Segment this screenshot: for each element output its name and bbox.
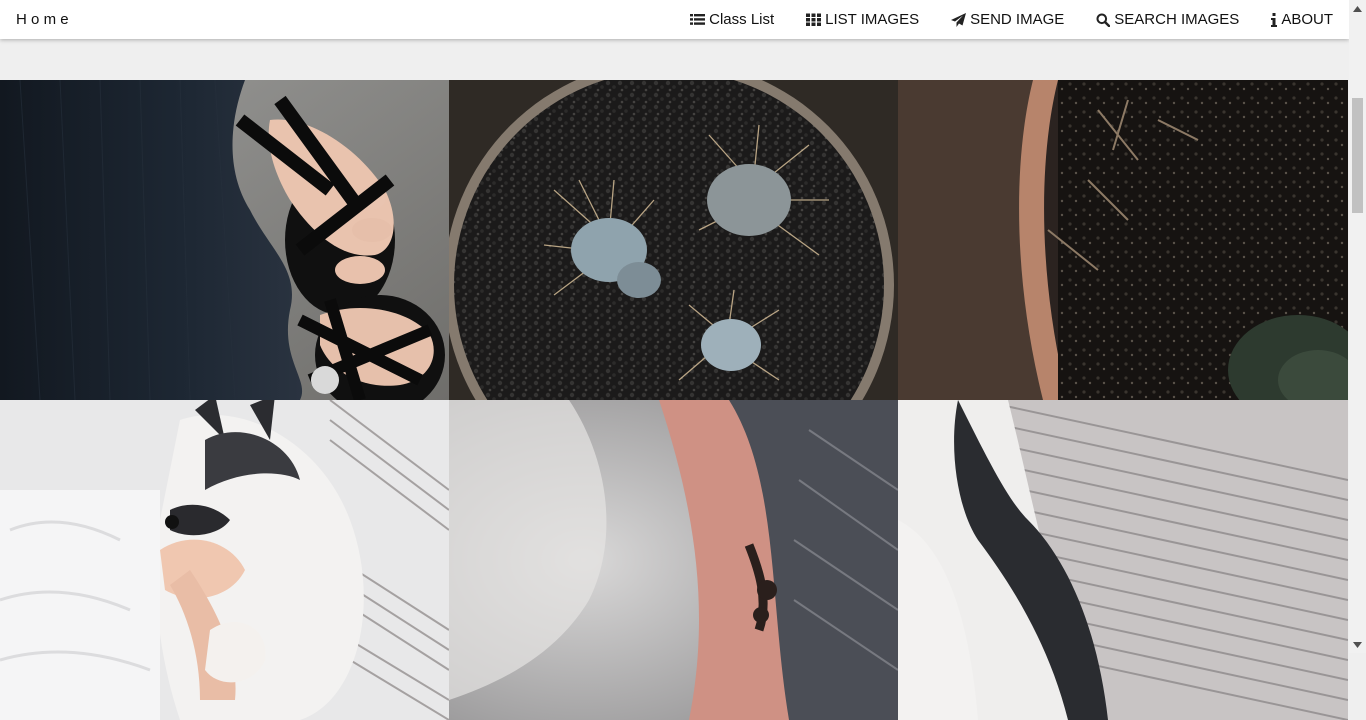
scrollbar-thumb[interactable] xyxy=(1352,98,1363,213)
image-gallery xyxy=(0,80,1348,720)
gallery-image-feet-in-sandals[interactable] xyxy=(0,80,449,400)
top-navbar: Home Class List LIST IMAGES SEND IMAGE S… xyxy=(0,0,1349,39)
nav-search-images[interactable]: SEARCH IMAGES xyxy=(1096,11,1239,28)
nav-menu: Class List LIST IMAGES SEND IMAGE SEARCH… xyxy=(658,0,1333,39)
nav-send-image[interactable]: SEND IMAGE xyxy=(951,11,1064,28)
search-icon xyxy=(1096,13,1111,27)
grid-icon xyxy=(806,13,822,26)
home-link[interactable]: Home xyxy=(16,11,73,28)
scroll-up-arrow-icon[interactable] xyxy=(1349,0,1366,17)
gallery-image-potted-soil[interactable] xyxy=(898,80,1348,400)
gallery-image-puppy-and-hand[interactable] xyxy=(449,400,898,720)
page-scrollbar[interactable] xyxy=(1349,0,1366,653)
nav-about[interactable]: ABOUT xyxy=(1271,11,1333,28)
nav-label: Class List xyxy=(709,11,775,28)
paper-plane-icon xyxy=(951,12,967,27)
gallery-image-fur-on-bedding[interactable] xyxy=(898,400,1348,720)
nav-list-images[interactable]: LIST IMAGES xyxy=(806,11,919,28)
nav-label: SEARCH IMAGES xyxy=(1114,11,1240,28)
nav-class-list[interactable]: Class List xyxy=(690,11,774,28)
scroll-down-arrow-icon[interactable] xyxy=(1349,636,1366,653)
gallery-image-cactus-in-pot[interactable] xyxy=(449,80,898,400)
info-icon xyxy=(1271,12,1278,27)
nav-label: ABOUT xyxy=(1281,11,1333,28)
nav-label: SEND IMAGE xyxy=(970,11,1065,28)
list-icon xyxy=(690,13,706,26)
nav-label: LIST IMAGES xyxy=(825,11,920,28)
gallery-image-sleeping-husky[interactable] xyxy=(0,400,449,720)
